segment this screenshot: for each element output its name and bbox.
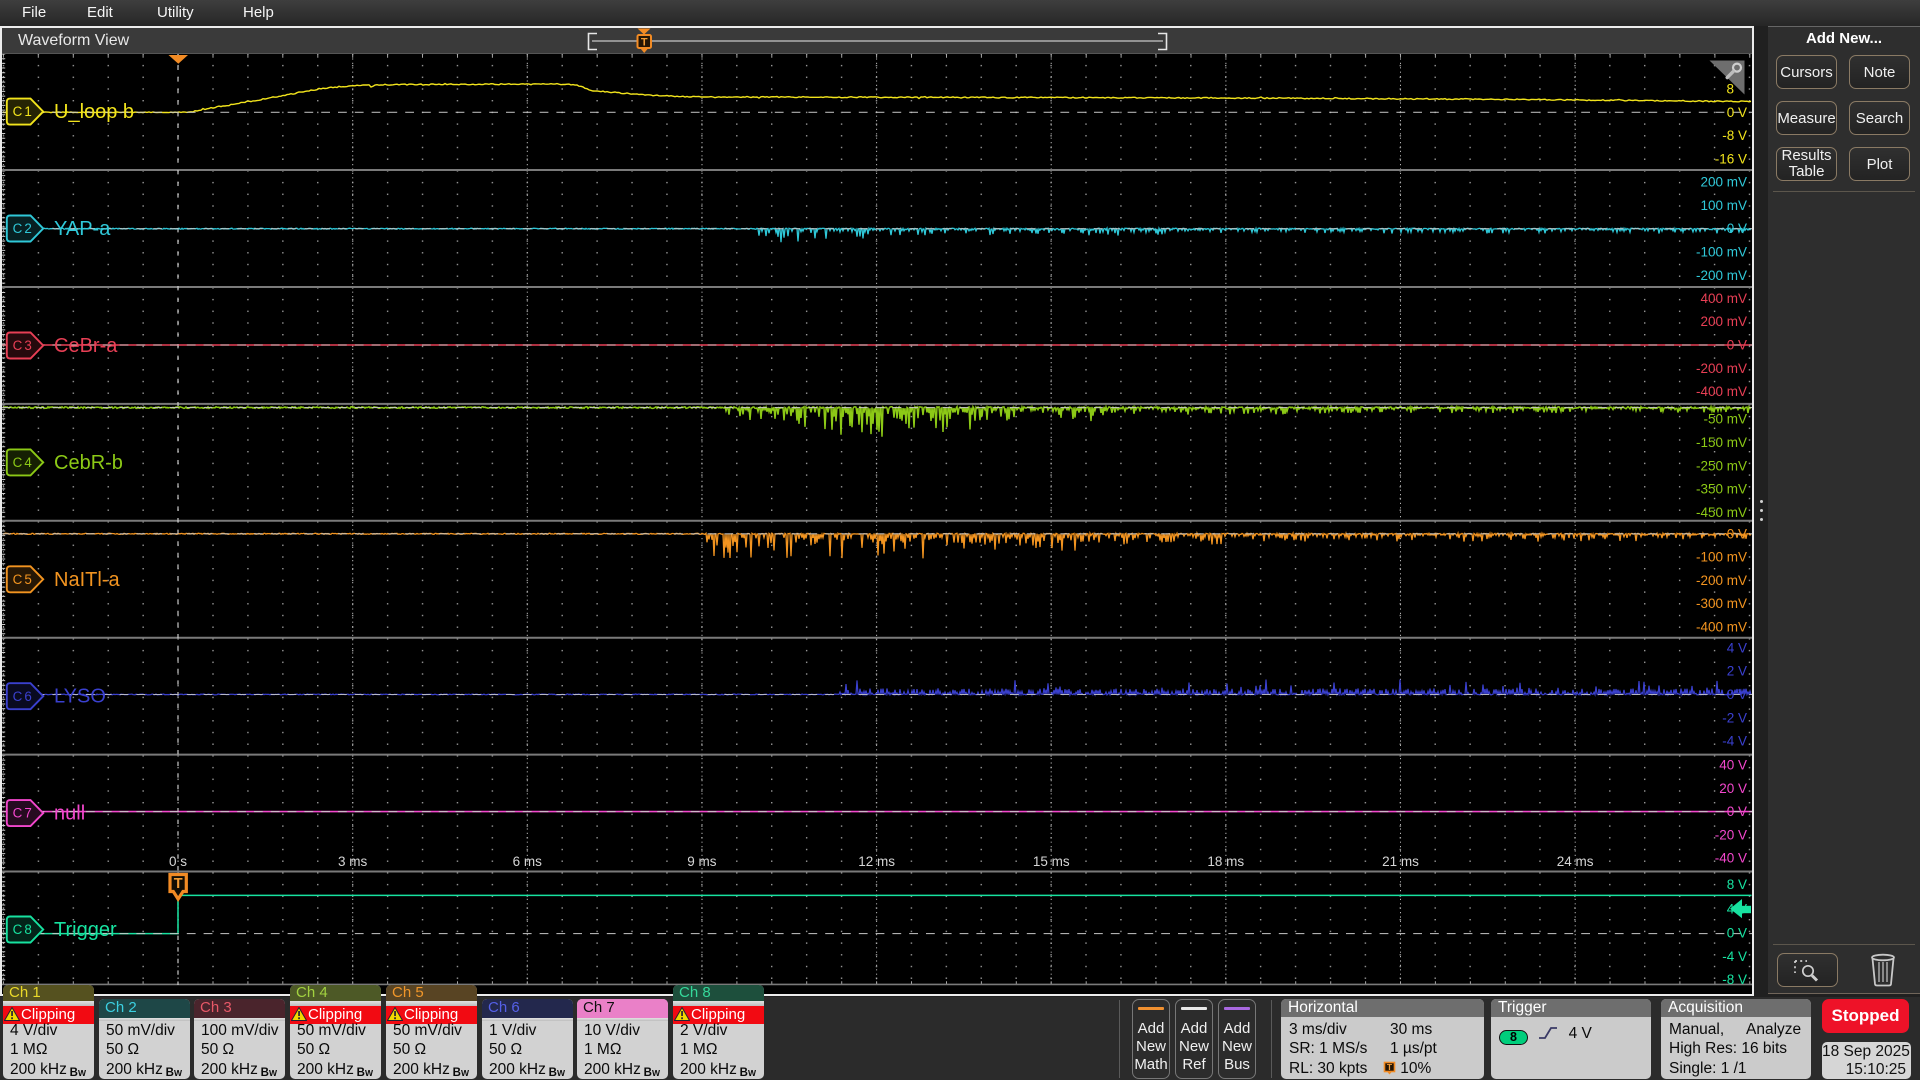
svg-text:15 ms: 15 ms — [1033, 854, 1070, 869]
svg-text:-16 V: -16 V — [1715, 151, 1747, 166]
svg-text:-50 mV: -50 mV — [1703, 412, 1747, 427]
svg-text:3 ms: 3 ms — [338, 854, 368, 869]
svg-text:-150 mV: -150 mV — [1696, 435, 1747, 450]
svg-text:-8 V: -8 V — [1722, 972, 1747, 986]
svg-text:-400 mV: -400 mV — [1696, 384, 1747, 399]
svg-text:CebR-b: CebR-b — [54, 452, 123, 474]
svg-text:18 ms: 18 ms — [1207, 854, 1244, 869]
svg-text:null: null — [54, 803, 85, 825]
svg-text:6 ms: 6 ms — [513, 854, 543, 869]
svg-text:-100 mV: -100 mV — [1696, 550, 1747, 565]
svg-text:0 V: 0 V — [1727, 338, 1747, 353]
svg-text:0 V: 0 V — [1727, 526, 1747, 541]
svg-text:24 ms: 24 ms — [1557, 854, 1594, 869]
svg-text:C 8: C 8 — [13, 922, 33, 937]
svg-text:-200 mV: -200 mV — [1696, 268, 1747, 283]
svg-text:-4 V: -4 V — [1722, 734, 1747, 749]
svg-text:21 ms: 21 ms — [1382, 854, 1419, 869]
svg-text:C 4: C 4 — [13, 455, 33, 470]
svg-text:0 s: 0 s — [169, 854, 187, 869]
svg-text:-200 mV: -200 mV — [1696, 573, 1747, 588]
svg-text:20 V: 20 V — [1719, 781, 1747, 796]
svg-text:T: T — [1387, 1062, 1393, 1072]
svg-text:-450 mV: -450 mV — [1696, 505, 1747, 520]
svg-text:-400 mV: -400 mV — [1696, 619, 1747, 634]
svg-text:YAP-a: YAP-a — [54, 218, 111, 240]
svg-text:C 6: C 6 — [13, 689, 33, 704]
svg-text:4 V: 4 V — [1727, 640, 1747, 655]
svg-text:-350 mV: -350 mV — [1696, 482, 1747, 497]
svg-text:T: T — [641, 37, 648, 49]
svg-text:200 mV: 200 mV — [1700, 175, 1747, 190]
svg-text:C 1: C 1 — [13, 104, 33, 119]
svg-text:CeBr-a: CeBr-a — [54, 335, 118, 357]
svg-text:-250 mV: -250 mV — [1696, 458, 1747, 473]
svg-text:-100 mV: -100 mV — [1696, 245, 1747, 260]
svg-text:8 V: 8 V — [1727, 877, 1747, 892]
svg-text:0 V: 0 V — [1727, 804, 1747, 819]
svg-text:LYSO: LYSO — [54, 686, 106, 708]
svg-text:C 5: C 5 — [13, 572, 33, 587]
svg-text:U_loop b: U_loop b — [54, 101, 134, 123]
svg-text:T: T — [174, 876, 183, 892]
svg-text:0 V: 0 V — [1727, 221, 1747, 236]
svg-text:0 V: 0 V — [1727, 687, 1747, 702]
svg-text:-2 V: -2 V — [1722, 710, 1747, 725]
svg-text:12 ms: 12 ms — [858, 854, 895, 869]
svg-text:2 V: 2 V — [1727, 664, 1747, 679]
svg-text:0 V: 0 V — [1727, 926, 1747, 941]
svg-text:9 ms: 9 ms — [687, 854, 717, 869]
svg-text:-40 V: -40 V — [1715, 851, 1747, 866]
svg-text:-8 V: -8 V — [1722, 128, 1747, 143]
svg-text:-4 V: -4 V — [1722, 949, 1747, 964]
svg-text:400 mV: 400 mV — [1700, 291, 1747, 306]
svg-text:C 3: C 3 — [13, 338, 33, 353]
svg-text:8: 8 — [1726, 82, 1734, 97]
svg-text:200 mV: 200 mV — [1700, 314, 1747, 329]
svg-text:40 V: 40 V — [1719, 758, 1747, 773]
svg-text:-200 mV: -200 mV — [1696, 361, 1747, 376]
svg-text:-300 mV: -300 mV — [1696, 596, 1747, 611]
svg-text:C 2: C 2 — [13, 221, 33, 236]
svg-text:-20 V: -20 V — [1715, 827, 1747, 842]
svg-text:C 7: C 7 — [13, 806, 33, 821]
svg-text:Trigger: Trigger — [54, 919, 117, 941]
svg-text:100 mV: 100 mV — [1700, 198, 1747, 213]
svg-text:0 V: 0 V — [1727, 105, 1747, 120]
svg-text:NaITl-a: NaITl-a — [54, 569, 120, 591]
